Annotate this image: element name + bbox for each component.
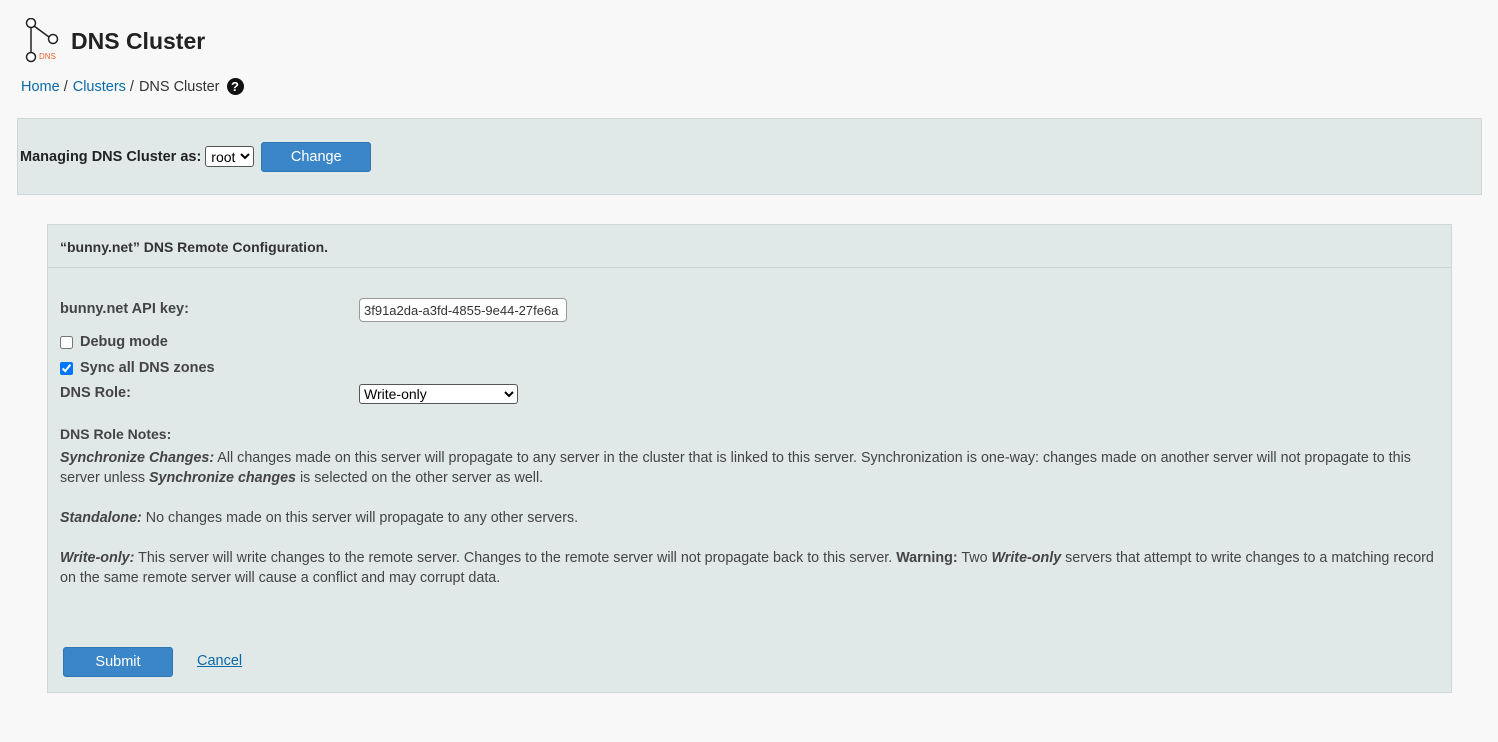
debug-mode-row: Debug mode xyxy=(59,334,168,350)
cancel-link[interactable]: Cancel xyxy=(197,653,242,669)
change-button[interactable]: Change xyxy=(261,141,372,172)
api-key-input[interactable] xyxy=(359,298,567,322)
note-term: Standalone: xyxy=(60,510,142,526)
dns-role-label: DNS Role: xyxy=(60,385,131,401)
breadcrumb-current: DNS Cluster xyxy=(138,79,220,95)
note-term: Synchronize changes xyxy=(149,470,296,486)
warning-label: Warning: xyxy=(896,550,958,566)
breadcrumb-clusters-link[interactable]: Clusters xyxy=(73,79,126,95)
manage-user-select[interactable]: root xyxy=(205,146,255,167)
note-term: Synchronize Changes: xyxy=(60,450,215,466)
submit-button[interactable]: Submit xyxy=(63,647,173,677)
note-term: Write-only: xyxy=(60,550,135,566)
question-circle-icon[interactable]: ? xyxy=(226,77,244,95)
sync-zones-label[interactable]: Sync all DNS zones xyxy=(80,360,215,376)
sync-zones-checkbox[interactable] xyxy=(60,361,73,375)
api-key-label: bunny.net API key: xyxy=(60,301,189,317)
sync-zones-row: Sync all DNS zones xyxy=(59,360,215,376)
logo-text: DNS xyxy=(39,52,56,61)
note-synchronize: Synchronize Changes: All changes made on… xyxy=(60,448,1435,488)
page-header: DNS DNS Cluster xyxy=(22,18,205,64)
debug-mode-checkbox[interactable] xyxy=(60,335,73,349)
manage-user-label: Managing DNS Cluster as: xyxy=(20,148,202,165)
dns-role-select[interactable]: Write-only xyxy=(359,384,518,404)
note-text: This server will write changes to the re… xyxy=(134,550,897,566)
note-text: Two xyxy=(957,550,992,566)
note-term: Write-only xyxy=(991,550,1062,566)
note-standalone: Standalone: No changes made on this serv… xyxy=(60,508,1435,528)
note-text: No changes made on this server will prop… xyxy=(141,510,579,526)
role-notes-heading: DNS Role Notes: xyxy=(60,426,172,442)
cluster-nodes-icon: DNS xyxy=(25,18,59,63)
manage-cluster-bar: Managing DNS Cluster as: root Change xyxy=(17,118,1482,195)
breadcrumb-separator: / xyxy=(63,79,68,95)
note-write-only: Write-only: This server will write chang… xyxy=(60,548,1435,588)
note-text: is selected on the other server as well. xyxy=(295,470,544,486)
breadcrumb-separator: / xyxy=(129,79,134,95)
breadcrumb-home-link[interactable]: Home xyxy=(21,79,60,95)
panel-title: “bunny.net” DNS Remote Configuration. xyxy=(48,225,1451,268)
breadcrumb: Home / Clusters / DNS Cluster ? xyxy=(21,77,244,95)
debug-mode-label[interactable]: Debug mode xyxy=(80,334,168,350)
remote-config-panel: “bunny.net” DNS Remote Configuration. bu… xyxy=(47,224,1452,693)
page-title: DNS Cluster xyxy=(71,27,206,54)
